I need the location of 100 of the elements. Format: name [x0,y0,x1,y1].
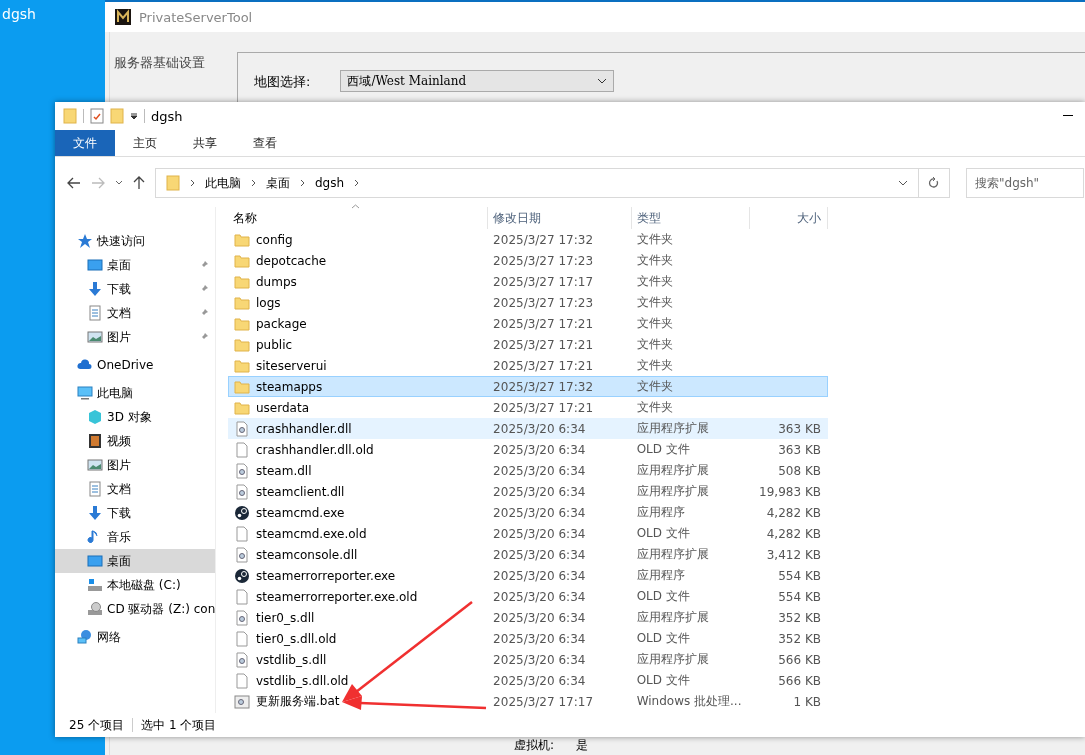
ribbon-tab[interactable]: 文件 [55,130,115,156]
file-row[interactable]: steam.dll 2025/3/20 6:34 应用程序扩展 508 KB [228,460,828,481]
chevron-right-icon[interactable] [190,179,195,187]
nav-item[interactable]: 此电脑 [55,381,215,405]
breadcrumb-item[interactable]: 桌面 [266,174,290,192]
ribbon-tab[interactable]: 查看 [235,130,295,156]
file-row[interactable]: depotcache 2025/3/27 17:23 文件夹 [228,250,828,271]
item-count: 25 个项目 [69,716,125,734]
modified-date: 2025/3/20 6:34 [492,673,587,688]
document-icon [87,305,103,321]
file-type: 文件夹 [635,273,674,290]
nav-item[interactable]: 桌面 [55,549,215,573]
desktop-icon [87,257,103,273]
dropdown-icon[interactable] [130,112,138,120]
file-type: 应用程序 [635,504,686,521]
file-row[interactable]: crashhandler.dll 2025/3/20 6:34 应用程序扩展 363 KB [228,418,828,439]
file-size: 1 KB [792,694,822,709]
file-row[interactable]: package 2025/3/27 17:21 文件夹 [228,313,828,334]
properties-check-icon[interactable] [90,108,104,124]
nav-item[interactable]: 网络 [55,625,215,649]
file-size: 4,282 KB [765,526,822,541]
file-name: config [256,232,293,247]
nav-item[interactable]: 图片 [55,453,215,477]
file-row[interactable]: steamerrorreporter.exe 2025/3/20 6:34 应用程序 554 KB [228,565,828,586]
ribbon-tab[interactable]: 主页 [115,130,175,156]
chevron-right-icon[interactable] [251,179,256,187]
nav-item[interactable]: 本地磁盘 (C:) [55,573,215,597]
map-dropdown[interactable]: 西域/West Mainland [340,70,615,92]
file-row[interactable]: crashhandler.dll.old 2025/3/20 6:34 OLD 文件 363 KB [228,439,828,460]
file-row[interactable]: steamconsole.dll 2025/3/20 6:34 应用程序扩展 3,412 KB [228,544,828,565]
chevron-right-icon[interactable] [300,179,305,187]
nav-item[interactable]: 文档 [55,301,215,325]
selection-count: 选中 1 个项目 [141,716,217,734]
file-row[interactable]: public 2025/3/27 17:21 文件夹 [228,334,828,355]
file-row[interactable]: steamclient.dll 2025/3/20 6:34 应用程序扩展 19,983 KB [228,481,828,502]
column-header[interactable]: 名称 [228,207,488,229]
address-bar[interactable]: 此电脑 桌面 dgsh [155,168,950,198]
steam-logo-icon [234,504,250,521]
column-header[interactable]: 大小 [750,207,828,229]
search-field[interactable]: 搜索"dgsh" [966,168,1084,198]
file-name: steamapps [256,379,323,394]
chevron-right-icon[interactable] [354,179,360,187]
nav-item[interactable]: 快速访问 [55,229,215,253]
file-size: 363 KB [777,442,822,457]
file-row[interactable]: tier0_s.dll.old 2025/3/20 6:34 OLD 文件 352 KB [228,628,828,649]
column-header[interactable]: 修改日期 [488,207,632,229]
breadcrumb-item[interactable]: 此电脑 [205,174,241,192]
file-row[interactable]: dumps 2025/3/27 17:17 文件夹 [228,271,828,292]
picture-icon [87,457,103,473]
modified-date: 2025/3/20 6:34 [492,505,587,520]
file-name: userdata [256,400,309,415]
chevron-down-icon[interactable] [898,180,908,186]
nav-item[interactable]: 下载 [55,501,215,525]
file-row[interactable]: steamapps 2025/3/27 17:32 文件夹 [228,376,828,397]
download-icon [87,281,103,297]
column-header[interactable]: 类型 [632,207,750,229]
file-row[interactable]: vstdlib_s.dll 2025/3/20 6:34 应用程序扩展 566 KB [228,649,828,670]
file-type: 文件夹 [635,378,674,395]
window-title: PrivateServerTool [139,9,253,25]
file-name: steamconsole.dll [256,547,358,562]
breadcrumb-item[interactable]: dgsh [315,176,345,190]
nav-item[interactable]: 桌面 [55,253,215,277]
file-row[interactable]: tier0_s.dll 2025/3/20 6:34 应用程序扩展 352 KB [228,607,828,628]
nav-item[interactable]: 音乐 [55,525,215,549]
file-row[interactable]: config 2025/3/27 17:32 文件夹 [228,229,828,250]
minimize-icon[interactable] [1063,115,1073,117]
nav-item[interactable]: 文档 [55,477,215,501]
folder-icon [234,378,250,395]
file-row[interactable]: 更新服务端.bat 2025/3/27 17:17 Windows 批处理... 1 KB [228,691,828,712]
nav-item[interactable]: 下载 [55,277,215,301]
nav-item[interactable]: 视频 [55,429,215,453]
file-row[interactable]: steamcmd.exe 2025/3/20 6:34 应用程序 4,282 KB [228,502,828,523]
file-row[interactable]: logs 2025/3/27 17:23 文件夹 [228,292,828,313]
modified-date: 2025/3/20 6:34 [492,547,587,562]
star-icon [77,233,93,249]
nav-item[interactable]: 3D 对象 [55,405,215,429]
nav-item[interactable]: OneDrive [55,353,215,377]
sidebar-item[interactable]: 服务器基础设置 [114,55,205,70]
file-name: vstdlib_s.dll [256,652,327,667]
file-row[interactable]: steamcmd.exe.old 2025/3/20 6:34 OLD 文件 4,282 KB [228,523,828,544]
file-type: 应用程序扩展 [635,462,710,479]
modified-date: 2025/3/20 6:34 [492,652,587,667]
nav-item[interactable]: 图片 [55,325,215,349]
blank-file-icon [234,630,250,647]
chevron-down-icon[interactable] [115,180,123,186]
gear-file-icon [234,546,250,563]
nav-item[interactable]: CD 驱动器 (Z:) con [55,597,215,621]
file-row[interactable]: vstdlib_s.dll.old 2025/3/20 6:34 OLD 文件 566 KB [228,670,828,691]
ribbon-tab[interactable]: 共享 [175,130,235,156]
file-name: vstdlib_s.dll.old [256,673,349,688]
back-arrow-icon[interactable] [67,177,81,189]
file-row[interactable]: siteserverui 2025/3/27 17:21 文件夹 [228,355,828,376]
app-logo-icon [115,9,131,25]
file-row[interactable]: steamerrorreporter.exe.old 2025/3/20 6:34 OLD 文件 554 KB [228,586,828,607]
file-name: steam.dll [256,463,312,478]
modified-date: 2025/3/27 17:21 [492,400,595,415]
file-name: crashhandler.dll [256,421,352,436]
up-arrow-icon[interactable] [133,176,145,190]
file-size: 566 KB [777,652,822,667]
file-row[interactable]: userdata 2025/3/27 17:21 文件夹 [228,397,828,418]
